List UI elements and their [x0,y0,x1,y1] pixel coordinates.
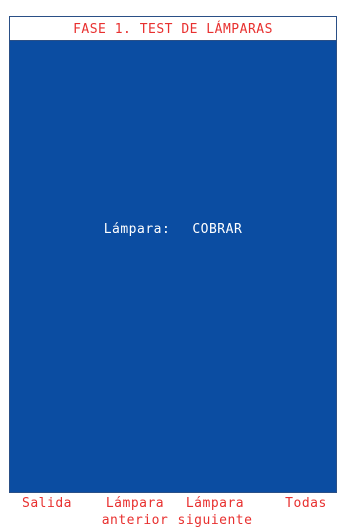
previous-lamp-label-line2: anterior [101,513,169,528]
next-lamp-label-line1: Lámpara [185,496,245,511]
all-lamps-button[interactable]: Todas [276,495,336,531]
all-lamps-button-label: Todas [285,496,327,511]
lamp-value: COBRAR [192,222,243,237]
next-lamp-label-line2: siguiente [177,513,253,528]
current-lamp-display: Lámpara: COBRAR [10,222,336,237]
lamp-label: Lámpara: [103,222,171,237]
softkey-bar: Salida Lámpara anterior Lámpara siguient… [0,495,345,531]
next-lamp-button[interactable]: Lámpara siguiente [172,495,258,531]
previous-lamp-label-line1: Lámpara [105,496,165,511]
page-title: FASE 1. TEST DE LÁMPARAS [10,17,336,41]
previous-lamp-button[interactable]: Lámpara anterior [97,495,173,531]
exit-button[interactable]: Salida [17,495,77,531]
exit-button-label: Salida [22,496,72,511]
lamp-test-screen: FASE 1. TEST DE LÁMPARAS Lámpara: COBRAR [9,16,337,493]
